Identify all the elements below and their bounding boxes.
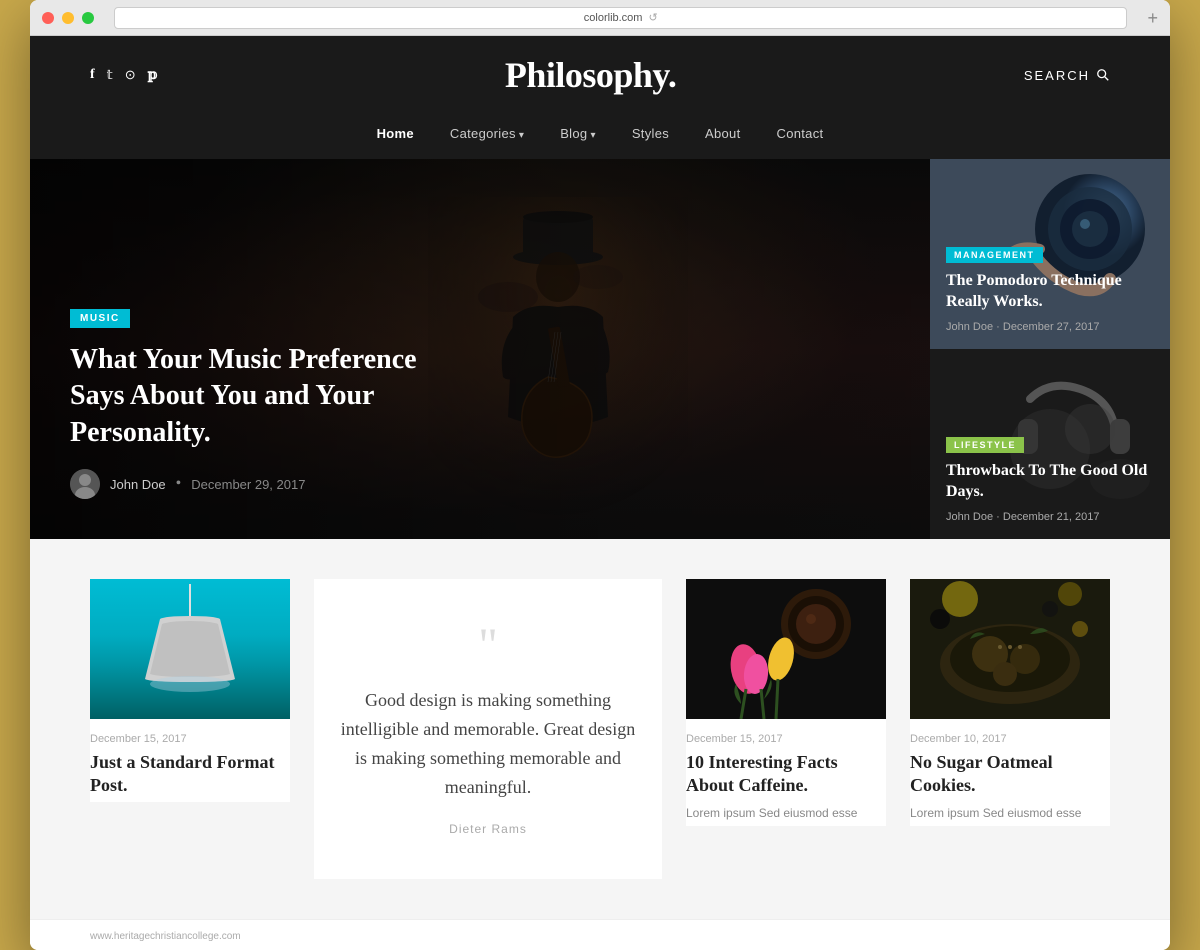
search-button[interactable]: SEARCH bbox=[1024, 68, 1110, 83]
quote-text: Good design is making something intellig… bbox=[338, 686, 638, 801]
nav-contact[interactable]: Contact bbox=[777, 126, 824, 141]
site-footer: www.heritagechristiancollege.com bbox=[30, 919, 1170, 950]
article-food[interactable]: December 10, 2017 No Sugar Oatmeal Cooki… bbox=[910, 579, 1110, 826]
article-image-coffee bbox=[686, 579, 886, 719]
quote-mark: " bbox=[478, 622, 498, 670]
site-logo: Philosophy. bbox=[505, 54, 677, 96]
articles-grid: December 15, 2017 Just a Standard Format… bbox=[90, 579, 1110, 879]
article-date-lamp: December 15, 2017 bbox=[90, 733, 290, 745]
article-title-food[interactable]: No Sugar Oatmeal Cookies. bbox=[910, 751, 1110, 798]
hero-date: December 29, 2017 bbox=[191, 477, 305, 492]
pinterest-link[interactable]: 𝕡 bbox=[148, 67, 158, 84]
instagram-link[interactable]: ⊙ bbox=[125, 67, 136, 83]
article-body-food: December 10, 2017 No Sugar Oatmeal Cooki… bbox=[910, 719, 1110, 826]
article-image-lamp bbox=[90, 579, 290, 719]
hero-author: John Doe bbox=[110, 477, 166, 492]
hero-title[interactable]: What Your Music Preference Says About Yo… bbox=[70, 342, 470, 451]
side-card-lifestyle[interactable]: LIFESTYLE Throwback To The Good Old Days… bbox=[930, 349, 1170, 539]
article-body-lamp: December 15, 2017 Just a Standard Format… bbox=[90, 719, 290, 802]
author-avatar bbox=[70, 469, 100, 499]
footer-url: www.heritagechristiancollege.com bbox=[90, 931, 241, 942]
nav-styles[interactable]: Styles bbox=[632, 126, 669, 141]
article-lamp[interactable]: December 15, 2017 Just a Standard Format… bbox=[90, 579, 290, 802]
site-content: f 𝕥 ⊙ 𝕡 Philosophy. SEARCH Home Categori… bbox=[30, 36, 1170, 950]
food-illustration bbox=[910, 579, 1110, 719]
maximize-button[interactable] bbox=[82, 12, 94, 24]
minimize-button[interactable] bbox=[62, 12, 74, 24]
articles-section: December 15, 2017 Just a Standard Format… bbox=[30, 539, 1170, 919]
browser-titlebar: colorlib.com ↺ + bbox=[30, 0, 1170, 36]
browser-window: colorlib.com ↺ + f 𝕥 ⊙ 𝕡 Philosophy. SEA… bbox=[30, 0, 1170, 950]
twitter-link[interactable]: 𝕥 bbox=[107, 67, 113, 83]
hero-main[interactable]: MUSIC What Your Music Preference Says Ab… bbox=[30, 159, 930, 539]
hero-side-cards: MANAGEMENT The Pomodoro Technique Really… bbox=[930, 159, 1170, 539]
hero-section: MUSIC What Your Music Preference Says Ab… bbox=[30, 159, 1170, 539]
article-body-coffee: December 15, 2017 10 Interesting Facts A… bbox=[686, 719, 886, 826]
site-header: f 𝕥 ⊙ 𝕡 Philosophy. SEARCH bbox=[30, 36, 1170, 114]
article-excerpt-food: Lorem ipsum Sed eiusmod esse bbox=[910, 804, 1110, 822]
side-card-tag-lifestyle: LIFESTYLE bbox=[946, 437, 1024, 453]
side-card-management[interactable]: MANAGEMENT The Pomodoro Technique Really… bbox=[930, 159, 1170, 349]
nav-categories[interactable]: Categories bbox=[450, 126, 524, 141]
article-image-food bbox=[910, 579, 1110, 719]
hero-meta: John Doe • December 29, 2017 bbox=[70, 469, 890, 499]
side-card-tag-management: MANAGEMENT bbox=[946, 247, 1043, 263]
site-navigation: Home Categories Blog Styles About Contac… bbox=[30, 114, 1170, 159]
search-icon bbox=[1096, 68, 1110, 82]
new-tab-button[interactable]: + bbox=[1147, 9, 1158, 27]
nav-home[interactable]: Home bbox=[377, 126, 414, 141]
article-date-coffee: December 15, 2017 bbox=[686, 733, 886, 745]
coffee-illustration bbox=[686, 579, 886, 719]
side-card-meta-lifestyle: John Doe · December 21, 2017 bbox=[946, 511, 1154, 523]
nav-about[interactable]: About bbox=[705, 126, 740, 141]
quote-card: " Good design is making something intell… bbox=[314, 579, 662, 879]
article-coffee[interactable]: December 15, 2017 10 Interesting Facts A… bbox=[686, 579, 886, 826]
side-card-title-management: The Pomodoro Technique Really Works. bbox=[946, 271, 1154, 313]
url-bar[interactable]: colorlib.com ↺ bbox=[114, 7, 1127, 29]
article-title-coffee[interactable]: 10 Interesting Facts About Caffeine. bbox=[686, 751, 886, 798]
side-card-title-lifestyle: Throwback To The Good Old Days. bbox=[946, 461, 1154, 503]
social-links: f 𝕥 ⊙ 𝕡 bbox=[90, 67, 157, 84]
quote-author: Dieter Rams bbox=[449, 822, 527, 836]
facebook-link[interactable]: f bbox=[90, 67, 95, 83]
nav-blog[interactable]: Blog bbox=[560, 126, 596, 141]
close-button[interactable] bbox=[42, 12, 54, 24]
article-title-lamp[interactable]: Just a Standard Format Post. bbox=[90, 751, 290, 798]
hero-category-tag[interactable]: MUSIC bbox=[70, 309, 130, 328]
article-date-food: December 10, 2017 bbox=[910, 733, 1110, 745]
side-card-meta-management: John Doe · December 27, 2017 bbox=[946, 321, 1154, 333]
hero-content: MUSIC What Your Music Preference Says Ab… bbox=[70, 308, 890, 499]
article-excerpt-coffee: Lorem ipsum Sed eiusmod esse bbox=[686, 804, 886, 822]
lamp-illustration bbox=[130, 584, 250, 714]
